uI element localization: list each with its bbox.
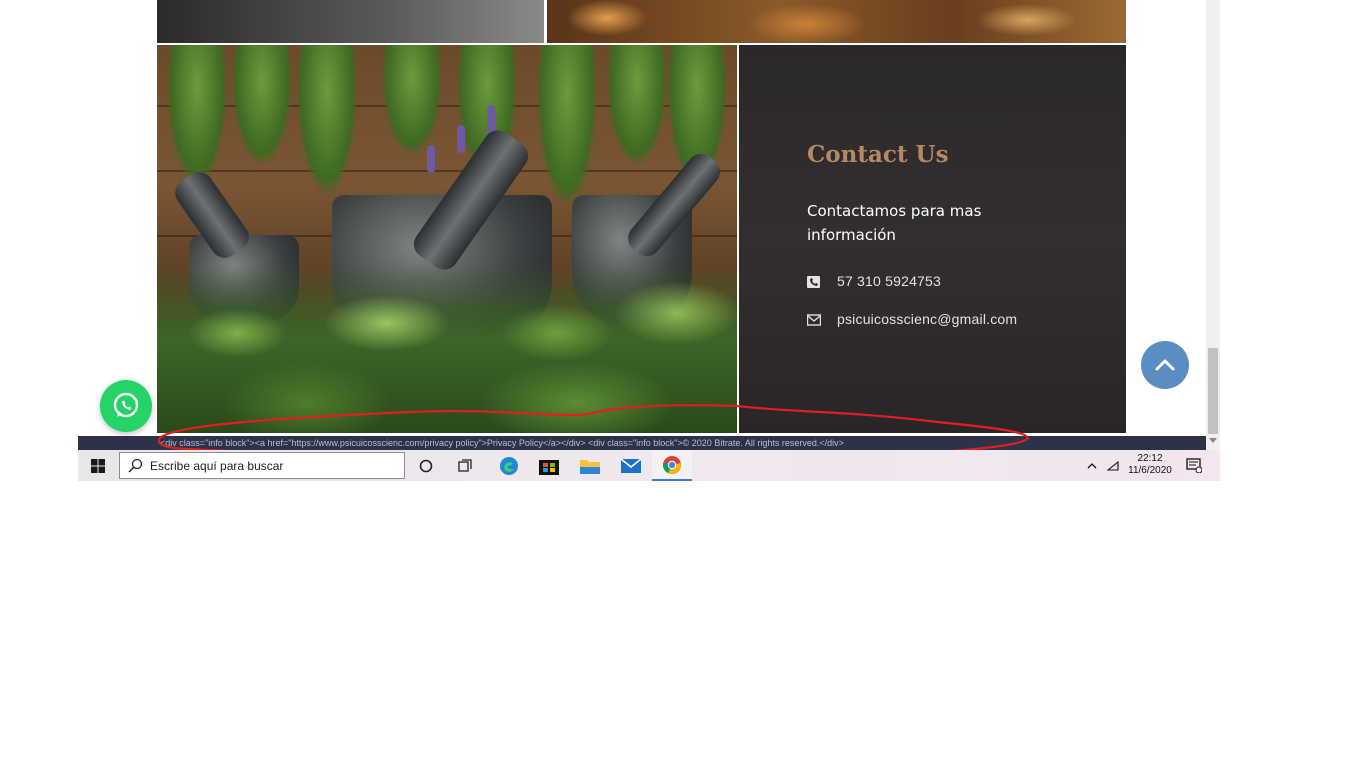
- chevron-up-icon: [1155, 359, 1175, 371]
- scroll-to-top-button[interactable]: [1141, 341, 1189, 389]
- chrome-taskbar-button[interactable]: [652, 450, 692, 481]
- footer-strip: <div class="info block"><a href="https:/…: [78, 436, 1206, 450]
- chrome-icon: [662, 455, 682, 474]
- edge-icon: [500, 456, 518, 475]
- herbs-mortar-image: [157, 45, 737, 433]
- scrollbar-thumb[interactable]: [1208, 348, 1218, 434]
- contact-subtitle: Contactamos para mas información: [807, 202, 982, 244]
- file-explorer-icon: [580, 459, 600, 474]
- clock-date: 11/6/2020: [1128, 465, 1172, 476]
- store-icon: [539, 459, 559, 475]
- mail-icon: [806, 313, 822, 326]
- cortana-button[interactable]: [406, 450, 446, 481]
- gallery-image-top-right: [547, 0, 1126, 43]
- contact-phone-row[interactable]: 57 310 5924753: [807, 273, 941, 289]
- screenshot-frame: Contact Us Contactamos para mas informac…: [78, 0, 1220, 481]
- mail-app-icon: [621, 458, 641, 473]
- edge-taskbar-button[interactable]: [489, 450, 529, 481]
- contact-phone[interactable]: 57 310 5924753: [837, 273, 941, 289]
- store-taskbar-button[interactable]: [529, 450, 569, 481]
- contact-panel: Contact Us Contactamos para mas informac…: [739, 45, 1126, 433]
- file-explorer-taskbar-button[interactable]: [570, 450, 610, 481]
- phone-icon: [807, 275, 821, 288]
- taskbar-clock[interactable]: 22:12 11/6/2020: [1120, 453, 1180, 477]
- footer-html-text: <div class="info block"><a href="https:/…: [160, 438, 844, 448]
- contact-title: Contact Us: [807, 141, 949, 168]
- task-view-icon: [458, 458, 472, 472]
- whatsapp-button[interactable]: [100, 380, 152, 432]
- windows-start-icon: [91, 458, 105, 473]
- contact-email-row[interactable]: psicuicosscienc@gmail.com: [806, 311, 1017, 327]
- task-view-button[interactable]: [446, 450, 486, 481]
- clock-time: 22:12: [1137, 453, 1163, 464]
- taskbar-search-input[interactable]: [150, 458, 390, 473]
- notifications-button[interactable]: [1182, 450, 1206, 481]
- scroll-down-arrow-icon[interactable]: [1209, 438, 1217, 443]
- gallery-image-top-left: [157, 0, 544, 43]
- search-icon: [128, 458, 143, 473]
- windows-taskbar: 22:12 11/6/2020: [78, 450, 1220, 481]
- page-scrollbar[interactable]: [1206, 0, 1220, 450]
- start-button[interactable]: [78, 450, 118, 481]
- whatsapp-icon: [113, 392, 139, 418]
- taskbar-search-box[interactable]: [119, 452, 405, 479]
- mail-taskbar-button[interactable]: [611, 450, 651, 481]
- contact-email[interactable]: psicuicosscienc@gmail.com: [837, 311, 1017, 327]
- tray-overflow-button[interactable]: [1082, 450, 1102, 481]
- notifications-icon: [1186, 458, 1202, 473]
- cortana-icon: [419, 459, 433, 472]
- network-icon: [1107, 460, 1119, 471]
- chevron-up-small-icon: [1087, 463, 1097, 469]
